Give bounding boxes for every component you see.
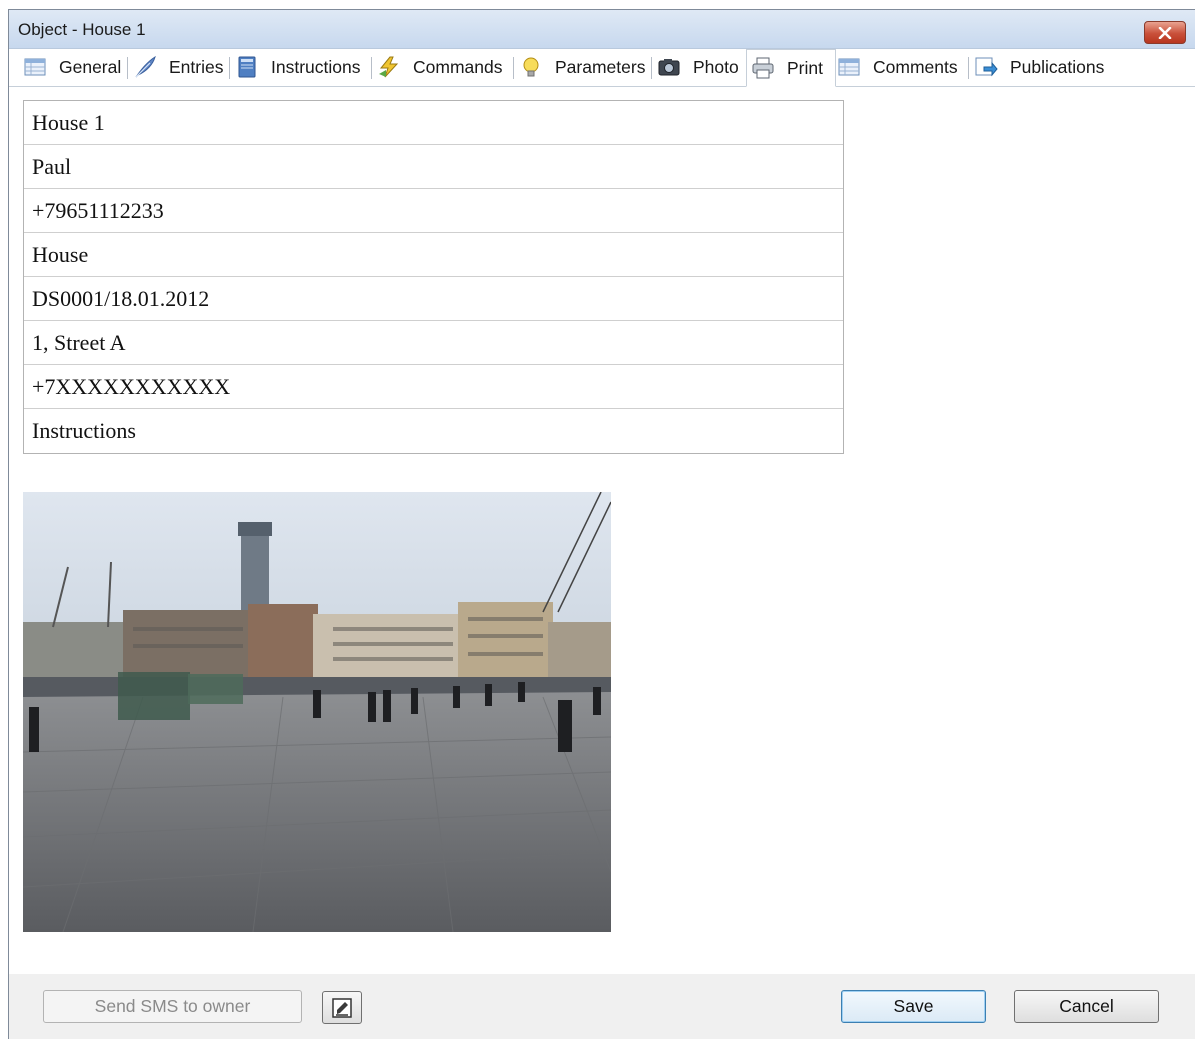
tab-label: Entries: [169, 56, 224, 77]
export-icon: [975, 57, 998, 77]
window-title: Object - House 1: [18, 20, 146, 39]
tab-label: Comments: [873, 56, 958, 77]
tab-label: Photo: [693, 56, 739, 77]
tab-photo[interactable]: Photo: [653, 49, 739, 85]
tab-general[interactable]: General: [19, 49, 121, 85]
lightbulb-icon: [523, 57, 539, 77]
field-contract: DS0001/18.01.2012: [24, 277, 843, 321]
object-photo: [23, 492, 611, 932]
title-bar[interactable]: Object - House 1: [9, 10, 1195, 49]
camera-icon: [658, 59, 680, 76]
cancel-button[interactable]: Cancel: [1014, 990, 1159, 1023]
lightning-icon: [379, 56, 399, 78]
tab-label: General: [59, 56, 122, 77]
close-icon: [1158, 26, 1172, 39]
tab-label: Instructions: [271, 56, 361, 77]
edit-icon: [332, 997, 352, 1018]
tab-separator: [127, 57, 128, 79]
dialog-footer: Send SMS to owner Save Cancel: [9, 974, 1195, 1039]
tab-label: Commands: [413, 56, 503, 77]
printer-icon: [752, 57, 774, 79]
tab-publications[interactable]: Publications: [970, 49, 1104, 85]
field-instructions: Instructions: [32, 418, 136, 443]
field-address: 1, Street A: [24, 321, 843, 365]
tab-separator: [651, 57, 652, 79]
tab-separator: [968, 57, 969, 79]
tab-parameters[interactable]: Parameters: [515, 49, 645, 85]
field-object-type: House: [24, 233, 843, 277]
field-object-name: House 1: [24, 101, 843, 145]
tab-label: Print: [787, 57, 823, 78]
field-owner-name: Paul: [24, 145, 843, 189]
tab-entries[interactable]: Entries: [129, 49, 223, 85]
tab-label: Parameters: [555, 56, 646, 77]
tab-separator: [229, 57, 230, 79]
tab-label: Publications: [1010, 56, 1105, 77]
tab-instructions[interactable]: Instructions: [231, 49, 360, 85]
tab-comments[interactable]: Comments: [833, 49, 958, 85]
save-button[interactable]: Save: [841, 990, 986, 1023]
edit-template-button[interactable]: [322, 991, 362, 1024]
tab-bar: General Entries Instructions Commands Pa…: [9, 49, 1195, 87]
print-fields-table: House 1 Paul +79651112233 House DS0001/1…: [23, 100, 844, 454]
table-icon: [838, 58, 860, 76]
tab-separator: [371, 57, 372, 79]
tab-print[interactable]: Print: [746, 49, 836, 87]
print-preview: House 1 Paul +79651112233 House DS0001/1…: [9, 87, 1195, 974]
tab-separator: [513, 57, 514, 79]
feather-icon: [135, 56, 156, 78]
close-button[interactable]: [1144, 21, 1186, 44]
tab-commands[interactable]: Commands: [373, 49, 502, 85]
object-window: Object - House 1 General Entries Instruc…: [8, 9, 1195, 1039]
table-icon: [24, 58, 46, 76]
field-sim-number: +7XXXXXXXXXXX: [24, 365, 843, 409]
book-icon: [238, 56, 256, 78]
street-photo-image: [23, 492, 611, 932]
send-sms-button[interactable]: Send SMS to owner: [43, 990, 302, 1023]
field-owner-phone: +79651112233: [24, 189, 843, 233]
